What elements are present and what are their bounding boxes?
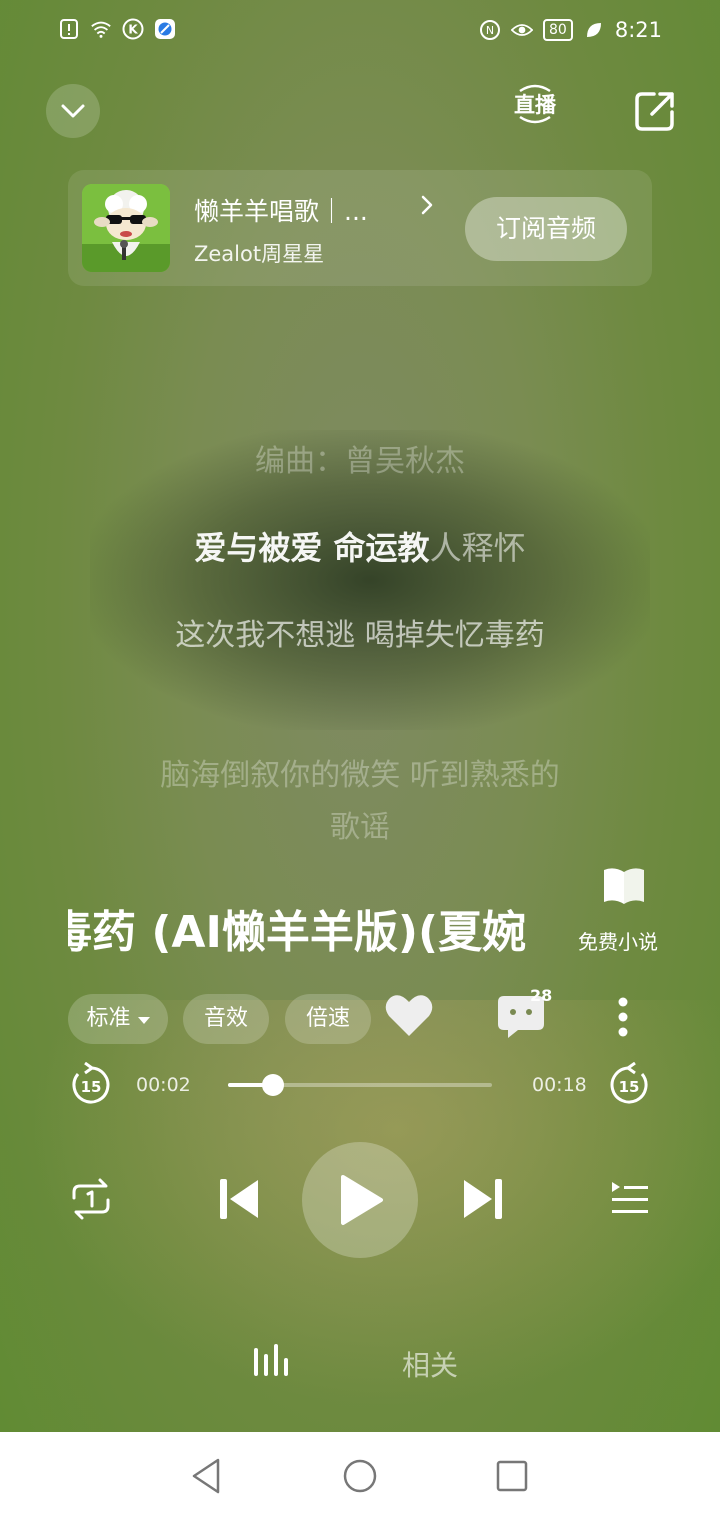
quality-button[interactable]: 标准 (68, 994, 168, 1044)
share-button[interactable] (632, 88, 678, 134)
clock: 8:21 (614, 18, 662, 42)
live-ring-icon (519, 84, 551, 124)
share-icon (635, 92, 674, 131)
collapse-button[interactable] (46, 84, 100, 138)
lazy-sheep-avatar-icon (82, 184, 170, 272)
current-time: 00:02 (136, 1074, 191, 1096)
more-options-icon[interactable] (608, 994, 638, 1040)
next-track-icon[interactable] (460, 1176, 506, 1222)
alert-icon (58, 18, 80, 40)
caret-down-icon (137, 1017, 150, 1024)
forward-15-label: 15 (619, 1078, 640, 1096)
home-icon[interactable] (342, 1456, 378, 1496)
comment-count-badge: 28 (530, 986, 553, 1005)
forward-15-icon: 15 (610, 1061, 648, 1104)
quality-label: 标准 (86, 1006, 131, 1031)
progress-thumb[interactable] (262, 1074, 284, 1096)
album-title[interactable]: 懒羊羊唱歌｜... (194, 192, 394, 228)
lyric-following-line[interactable]: 脑海倒叙你的微笑 听到熟悉的歌谣 (150, 750, 570, 854)
lyric-credit-line: 编曲：曾吴秋杰 (255, 444, 465, 479)
tab-related[interactable]: 相关 (402, 1344, 458, 1384)
song-title-marquee: 毒药 (AI懒羊羊版)(夏婉安) (68, 898, 526, 968)
song-title: 毒药 (AI懒羊羊版)(夏婉安) (68, 907, 526, 958)
chevron-right-icon[interactable] (420, 193, 434, 223)
previous-track-icon[interactable] (216, 1176, 262, 1222)
free-novel-label[interactable]: 免费小说 (578, 926, 658, 955)
wifi-icon (90, 18, 112, 40)
browser-icon (154, 18, 176, 40)
album-cover[interactable] (82, 184, 170, 272)
play-button[interactable] (302, 1142, 418, 1258)
lyric-next-line[interactable]: 这次我不想逃 喝掉失忆毒药 (150, 610, 570, 662)
back-icon[interactable] (188, 1456, 224, 1496)
album-author[interactable]: Zealot周星星 (194, 238, 324, 268)
play-icon (341, 1175, 383, 1225)
playlist-icon[interactable] (606, 1176, 652, 1222)
recent-apps-icon[interactable] (494, 1456, 530, 1496)
svg-text:N: N (486, 24, 494, 37)
lyric-unsung-part: 人释怀 (429, 529, 526, 567)
k-app-icon: K (122, 18, 144, 40)
rewind-15-icon: 15 (72, 1061, 110, 1104)
subscribe-button[interactable]: 订阅音频 (465, 197, 627, 261)
total-time: 00:18 (532, 1074, 587, 1096)
forward-15-button[interactable]: 15 (606, 1061, 652, 1108)
nfc-icon: N (479, 19, 501, 41)
status-bar: K N 80 8:21 (0, 14, 720, 50)
eye-icon (511, 19, 533, 41)
sound-effect-button[interactable]: 音效 (183, 994, 269, 1044)
leaf-icon (583, 19, 605, 41)
live-button[interactable]: 直播 (508, 82, 562, 126)
rewind-15-button[interactable]: 15 (68, 1061, 114, 1108)
battery-indicator: 80 (543, 19, 573, 41)
chevron-down-icon (61, 104, 85, 118)
lyric-sung-part: 爱与被爱 命运教 (194, 529, 430, 567)
rewind-15-label: 15 (81, 1078, 102, 1096)
lyric-current-line[interactable]: 爱与被爱 命运教人释怀 (150, 522, 570, 574)
svg-text:K: K (128, 23, 138, 37)
lyrics-tab-icon[interactable] (252, 1344, 296, 1378)
repeat-one-icon[interactable] (68, 1176, 114, 1222)
heart-icon[interactable] (384, 992, 434, 1038)
speed-button[interactable]: 倍速 (285, 994, 371, 1044)
book-icon[interactable] (600, 864, 648, 908)
